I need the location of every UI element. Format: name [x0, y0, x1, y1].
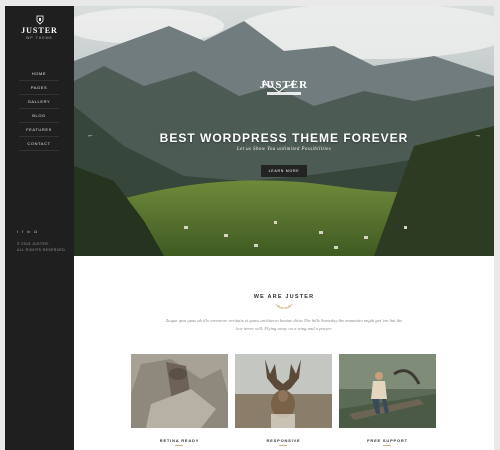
- logo-title: JUSTER: [21, 26, 58, 35]
- sidebar-logo[interactable]: JUSTER WP THEME: [5, 15, 74, 40]
- linkedin-icon[interactable]: in: [27, 229, 30, 234]
- logo-subtitle: WP THEME: [26, 36, 53, 40]
- hero-logo-ribbon: [267, 92, 301, 95]
- antlers-icon: [261, 79, 297, 93]
- feature-divider: [383, 445, 391, 446]
- feature-image-responsive[interactable]: [235, 354, 332, 428]
- hero-subtitle: Let us Show You unlimited Possibilities: [236, 147, 332, 152]
- logo-badge-icon: [36, 15, 43, 25]
- twitter-icon[interactable]: t: [17, 229, 18, 234]
- feature-image-support[interactable]: [339, 354, 436, 428]
- feature-title-support: FREE SUPPORT: [367, 438, 408, 443]
- about-heading: WE ARE JUSTER: [253, 294, 315, 300]
- nav-item-home[interactable]: HOME: [19, 67, 59, 81]
- laurel-divider-icon: [275, 303, 293, 309]
- instagram-icon[interactable]: ◘: [34, 229, 36, 234]
- social-links: t f in ◘: [17, 229, 37, 234]
- feature-divider: [175, 445, 183, 446]
- nav-item-contact[interactable]: CONTACT: [19, 137, 59, 151]
- nav-item-gallery[interactable]: GALLERY: [19, 95, 59, 109]
- copyright-line-2: ALL RIGHTS RESERVED.: [17, 248, 67, 252]
- page-frame: JUSTER WP THEME HOME PAGES GALLERY BLOG …: [5, 6, 494, 450]
- nav-item-features[interactable]: FEATURES: [19, 123, 59, 137]
- sidebar-nav: HOME PAGES GALLERY BLOG FEATURES CONTACT: [19, 67, 59, 151]
- feature-image-retina[interactable]: [131, 354, 228, 428]
- hero-logo: JUSTER: [259, 79, 309, 95]
- copyright: © 2015 JUSTER. ALL RIGHTS RESERVED.: [17, 241, 66, 253]
- hero-title: BEST WORDPRESS THEME FOREVER: [159, 131, 409, 145]
- about-text: Zuqua ipsa quas ab illo inventore verita…: [165, 318, 403, 331]
- learn-more-button[interactable]: LEARN MORE: [261, 165, 307, 177]
- sidebar: JUSTER WP THEME HOME PAGES GALLERY BLOG …: [5, 6, 74, 450]
- nav-item-blog[interactable]: BLOG: [19, 109, 59, 123]
- feature-divider: [279, 445, 287, 446]
- hero-banner: JUSTER ← → BEST WORDPRESS THEME FOREVER …: [74, 6, 494, 256]
- feature-title-retina: RETINA READY: [159, 438, 200, 443]
- about-section: WE ARE JUSTER Zuqua ipsa quas ab illo in…: [74, 256, 494, 450]
- nav-item-pages[interactable]: PAGES: [19, 81, 59, 95]
- feature-title-responsive: RESPONSIVE: [266, 438, 301, 443]
- facebook-icon[interactable]: f: [22, 229, 23, 234]
